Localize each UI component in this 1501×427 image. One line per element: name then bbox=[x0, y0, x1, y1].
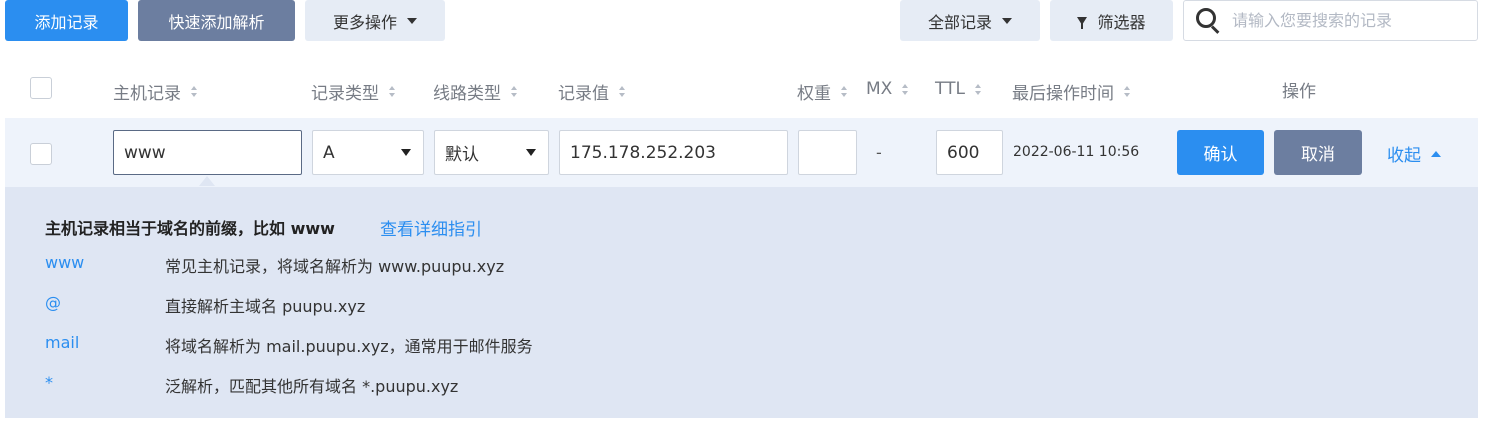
confirm-label: 确认 bbox=[1203, 145, 1238, 165]
record-type-value: A bbox=[323, 142, 335, 163]
caret-up-icon bbox=[1431, 150, 1441, 157]
column-header-mx[interactable]: MX bbox=[866, 79, 909, 99]
column-header-host[interactable]: 主机记录 bbox=[113, 79, 197, 104]
help-item-key: www bbox=[45, 253, 85, 272]
column-last-op-label: 最后操作时间 bbox=[1012, 84, 1114, 104]
more-actions-label: 更多操作 bbox=[332, 12, 397, 32]
sort-icon[interactable] bbox=[841, 86, 847, 97]
cancel-label: 取消 bbox=[1301, 145, 1335, 165]
sort-icon[interactable] bbox=[511, 86, 517, 97]
dropdown-arrow-icon bbox=[401, 149, 411, 156]
collapse-link[interactable]: 收起 bbox=[1387, 141, 1441, 166]
weight-input[interactable] bbox=[798, 130, 857, 175]
ttl-value: 600 bbox=[947, 142, 980, 163]
column-header-actions: 操作 bbox=[1282, 77, 1316, 102]
column-type-label: 记录类型 bbox=[311, 84, 379, 104]
search-icon[interactable] bbox=[1196, 7, 1222, 34]
line-type-select[interactable]: 默认 bbox=[434, 130, 549, 175]
column-ttl-label: TTL bbox=[935, 79, 965, 99]
help-item-desc: 直接解析主域名 puupu.xyz bbox=[165, 297, 366, 316]
column-header-ttl[interactable]: TTL bbox=[935, 79, 981, 99]
column-line-label: 线路类型 bbox=[433, 84, 501, 104]
column-header-type[interactable]: 记录类型 bbox=[311, 79, 395, 104]
collapse-label: 收起 bbox=[1387, 146, 1421, 166]
all-records-label: 全部记录 bbox=[927, 12, 992, 32]
confirm-button[interactable]: 确认 bbox=[1177, 130, 1264, 175]
column-host-label: 主机记录 bbox=[113, 84, 181, 104]
view-guide-link[interactable]: 查看详细指引 bbox=[380, 215, 482, 240]
caret-down-icon bbox=[1002, 17, 1012, 24]
search-box[interactable] bbox=[1183, 0, 1478, 41]
sort-icon[interactable] bbox=[1124, 86, 1130, 97]
column-mx-label: MX bbox=[866, 79, 893, 99]
host-record-help-panel: 主机记录相当于域名的前缀，比如 www 查看详细指引 www 常见主机记录，将域… bbox=[5, 187, 1478, 418]
help-item-key: * bbox=[45, 373, 53, 392]
filter-label: 筛选器 bbox=[1097, 12, 1146, 32]
record-value-input[interactable]: 175.178.252.203 bbox=[559, 130, 788, 175]
help-item-desc: 将域名解析为 mail.puupu.xyz，通常用于邮件服务 bbox=[165, 337, 533, 356]
column-header-value[interactable]: 记录值 bbox=[558, 79, 625, 104]
sort-icon[interactable] bbox=[974, 83, 981, 95]
help-item-desc: 泛解析，匹配其他所有域名 *.puupu.xyz bbox=[165, 377, 459, 396]
row-checkbox[interactable] bbox=[30, 143, 52, 165]
filter-icon bbox=[1077, 16, 1088, 29]
add-record-button[interactable]: 添加记录 bbox=[5, 0, 128, 41]
quick-add-button[interactable]: 快速添加解析 bbox=[138, 0, 295, 41]
record-value-text: 175.178.252.203 bbox=[570, 142, 717, 163]
column-header-last-op[interactable]: 最后操作时间 bbox=[1012, 79, 1130, 104]
more-actions-dropdown[interactable]: 更多操作 bbox=[305, 0, 445, 41]
sort-icon[interactable] bbox=[619, 86, 625, 97]
caret-down-icon bbox=[407, 17, 417, 24]
sort-icon[interactable] bbox=[389, 86, 395, 97]
help-item-key: @ bbox=[45, 293, 61, 312]
ttl-input[interactable]: 600 bbox=[936, 130, 1003, 175]
line-type-value: 默认 bbox=[445, 145, 479, 165]
filter-button[interactable]: 筛选器 bbox=[1050, 0, 1173, 41]
help-item-desc: 常见主机记录，将域名解析为 www.puupu.xyz bbox=[165, 257, 505, 276]
dropdown-arrow-icon bbox=[526, 149, 536, 156]
all-records-dropdown[interactable]: 全部记录 bbox=[900, 0, 1040, 41]
mx-value: - bbox=[876, 143, 882, 162]
host-record-value: www bbox=[124, 142, 166, 163]
sort-icon[interactable] bbox=[191, 86, 197, 97]
host-record-input[interactable]: www bbox=[113, 130, 302, 175]
search-input[interactable] bbox=[1232, 11, 1472, 30]
column-actions-label: 操作 bbox=[1282, 82, 1316, 102]
column-weight-label: 权重 bbox=[797, 84, 831, 104]
column-value-label: 记录值 bbox=[558, 84, 609, 104]
cancel-button[interactable]: 取消 bbox=[1274, 130, 1362, 175]
column-header-weight[interactable]: 权重 bbox=[797, 79, 847, 104]
sort-icon[interactable] bbox=[902, 83, 909, 95]
column-header-line[interactable]: 线路类型 bbox=[433, 79, 517, 104]
tooltip-pointer bbox=[199, 176, 215, 186]
record-type-select[interactable]: A bbox=[312, 130, 424, 175]
quick-add-label: 快速添加解析 bbox=[168, 12, 265, 32]
last-operation-time: 2022-06-11 10:56 bbox=[1013, 144, 1140, 160]
help-title: 主机记录相当于域名的前缀，比如 www bbox=[45, 219, 335, 238]
select-all-checkbox[interactable] bbox=[30, 77, 52, 99]
help-item-key: mail bbox=[45, 333, 80, 352]
add-record-label: 添加记录 bbox=[34, 12, 99, 32]
